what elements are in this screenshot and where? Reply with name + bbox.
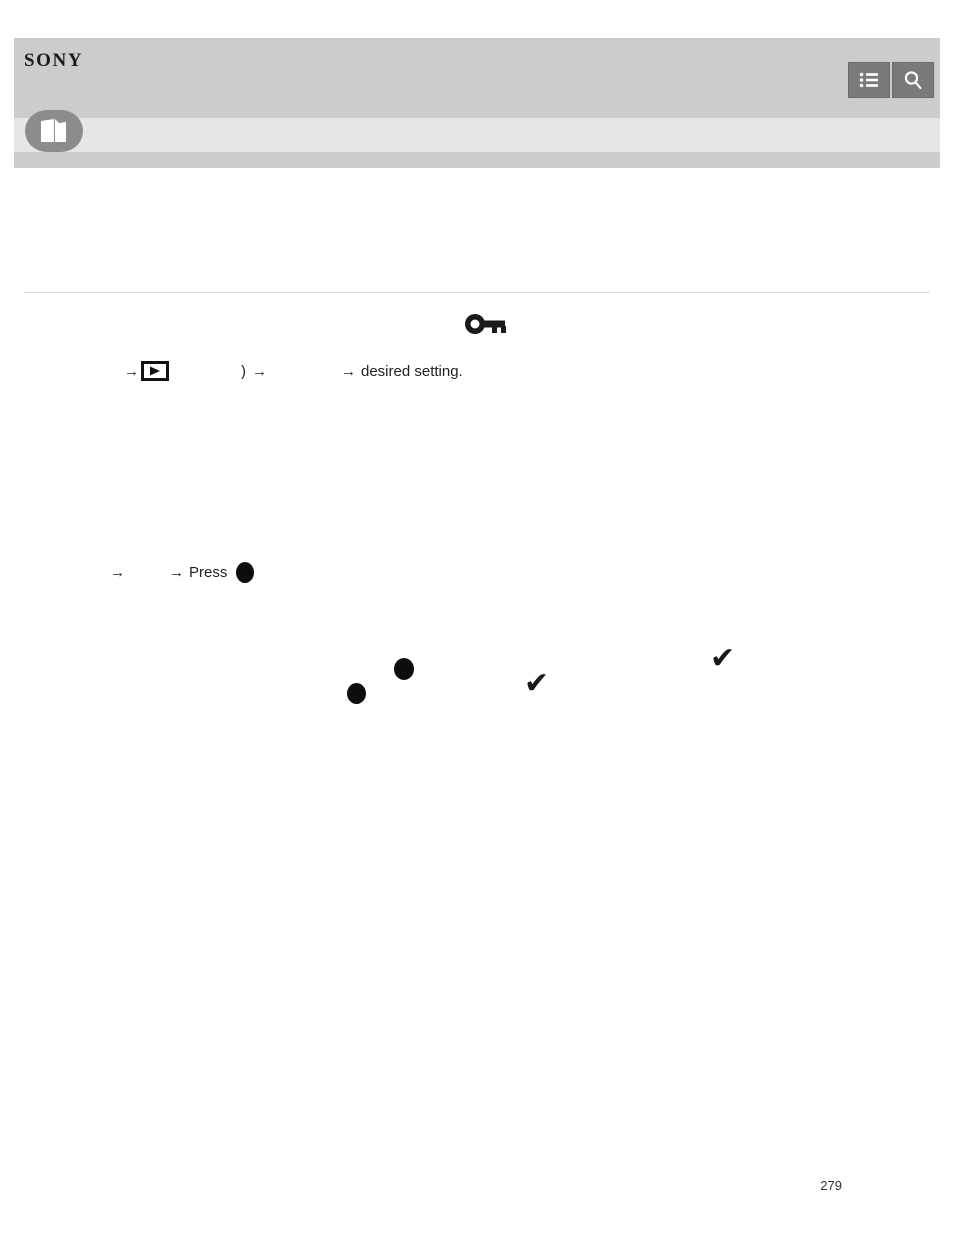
option-check-2: ✔	[710, 642, 736, 675]
step-arrow-3: →	[341, 362, 356, 380]
center-button-icon	[236, 562, 255, 583]
sony-wordmark-logo[interactable]: SONY	[24, 51, 83, 70]
playback-triangle-icon	[141, 361, 169, 381]
list-menu-icon	[859, 72, 879, 88]
step-one-instruction: → ) → → desired setting.	[124, 361, 463, 381]
key-protect-icon	[462, 311, 508, 337]
article-content: → ) → → desired setting. ✔ ✔ → → Press 2…	[0, 168, 954, 1235]
step-two-arrow-2: →	[169, 564, 184, 581]
search-magnifier-icon	[903, 70, 923, 90]
help-guide-book-icon	[25, 110, 83, 152]
option-center-dot-2	[394, 658, 414, 680]
help-guide-tab[interactable]	[24, 110, 84, 152]
step-two-instruction: → → Press	[110, 562, 255, 583]
search-button[interactable]	[892, 62, 934, 98]
page-number: 279	[820, 1178, 842, 1193]
step-one-trailing-text: desired setting.	[361, 362, 463, 380]
menu-button[interactable]	[848, 62, 890, 98]
step-arrow-2: →	[252, 362, 267, 380]
step-arrow-1: →	[124, 362, 139, 380]
header-band-footer-strip	[14, 152, 940, 168]
title-divider	[24, 292, 930, 293]
header-actions	[848, 62, 934, 98]
header-band-primary	[14, 38, 940, 118]
step-one-block: → ) → → desired setting.	[24, 303, 930, 381]
option-check-1: ✔	[524, 667, 550, 700]
step-two-arrow-1: →	[110, 564, 125, 581]
header-band-secondary	[14, 118, 940, 152]
site-header: SONY	[14, 38, 940, 168]
step-two-press-text: Press	[189, 564, 228, 581]
step-one-paren: )	[241, 362, 246, 380]
option-center-dot-1	[347, 683, 366, 704]
